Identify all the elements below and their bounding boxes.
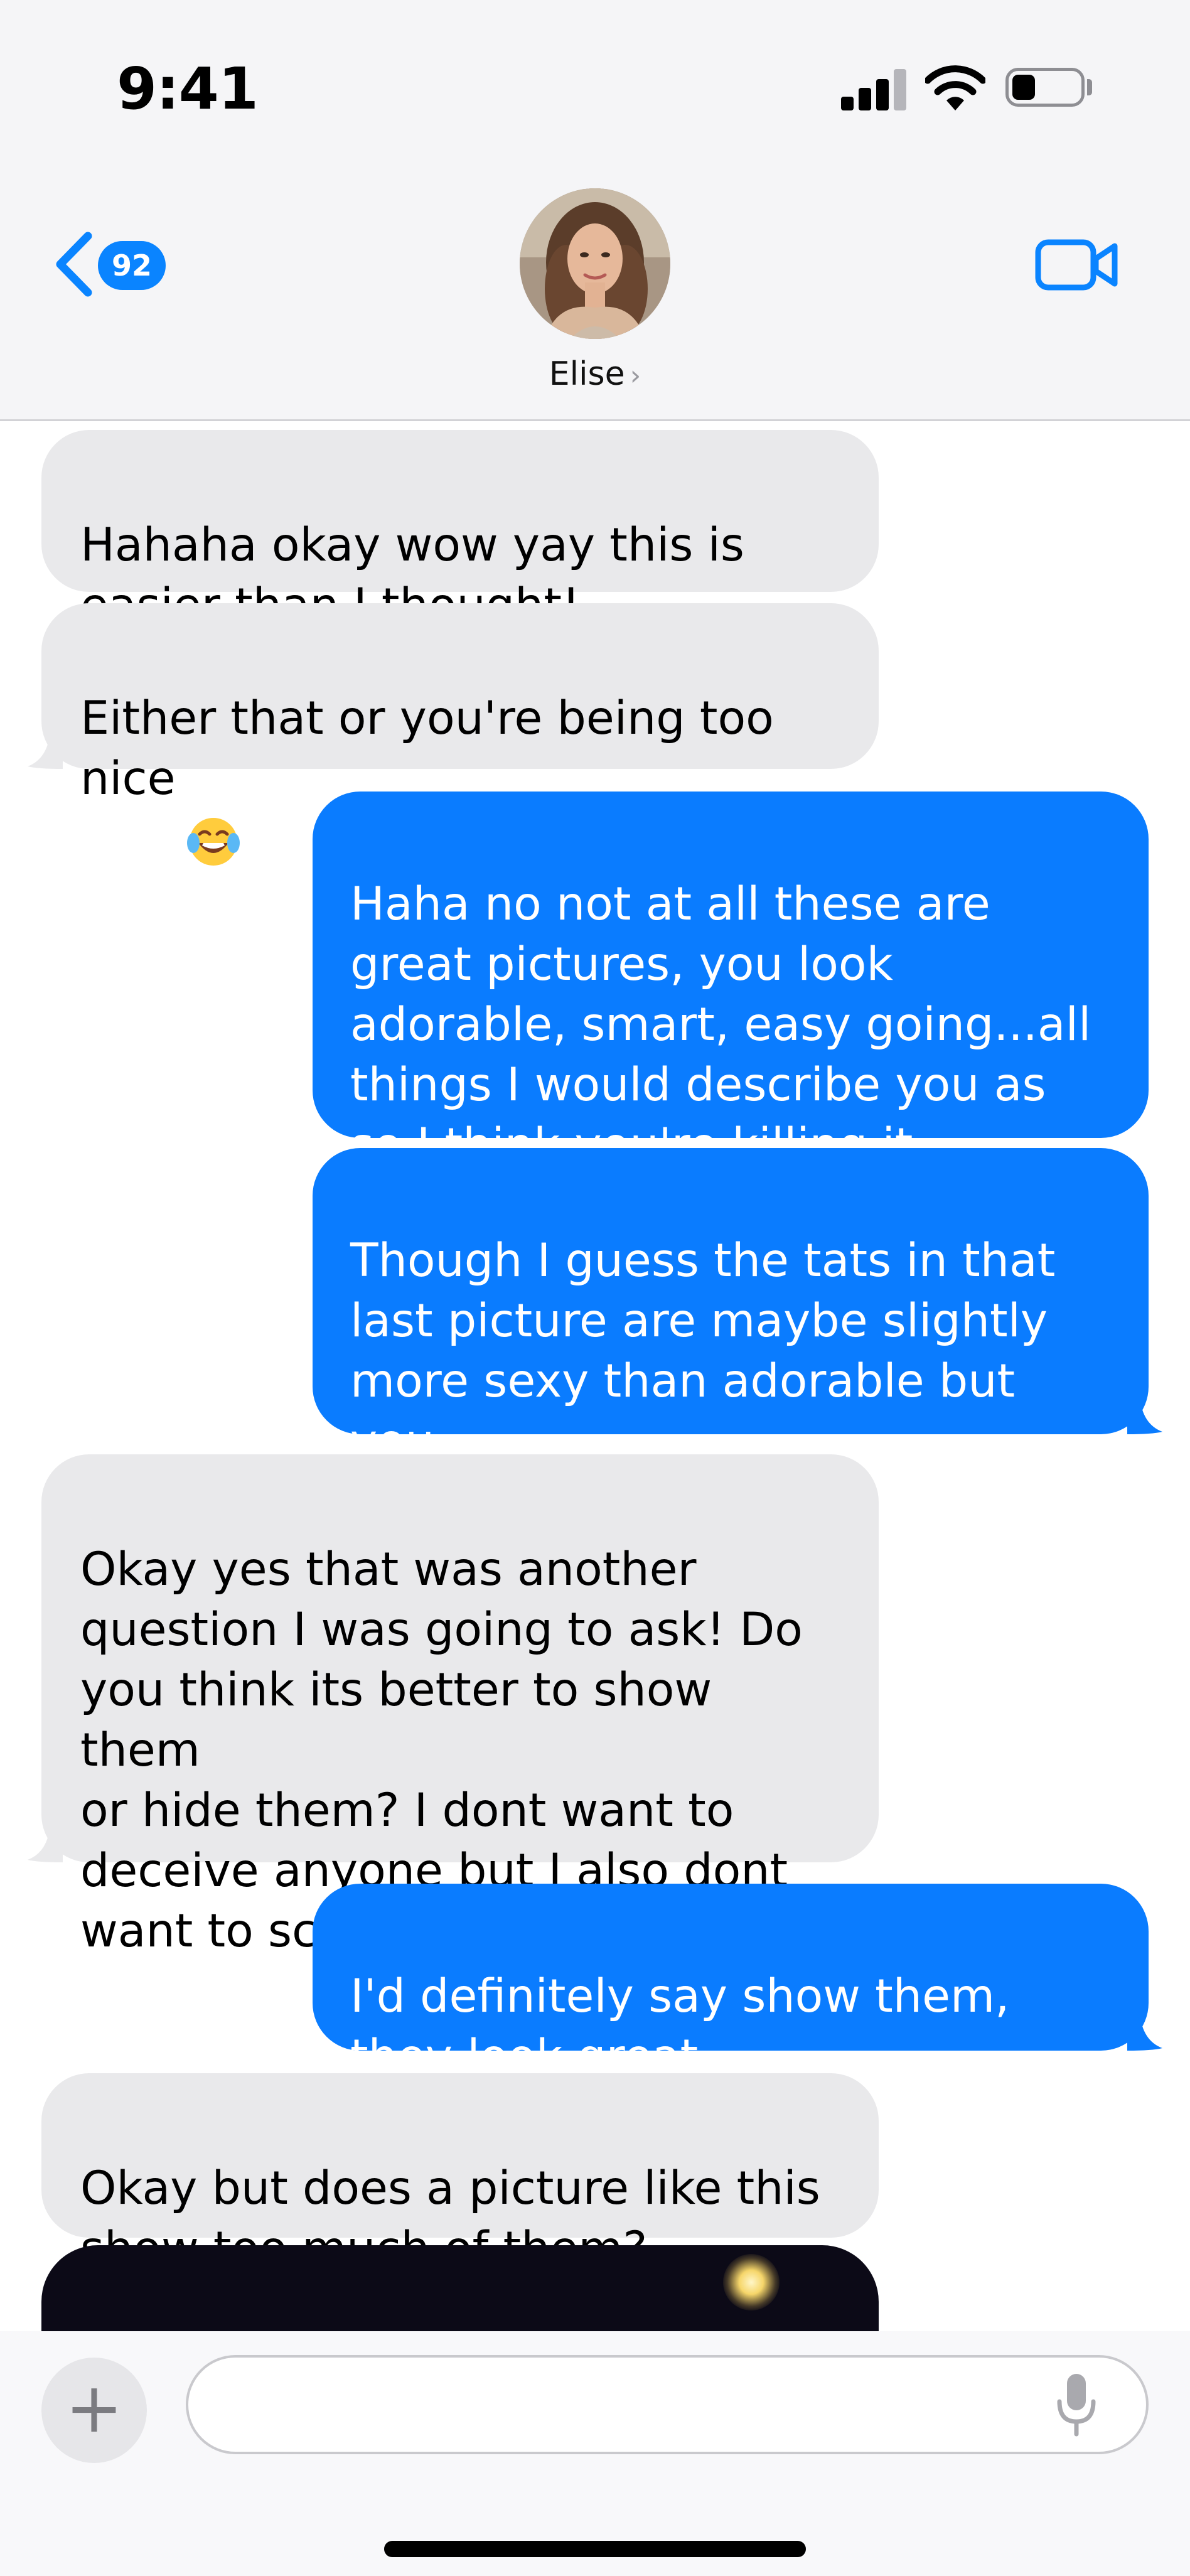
message-input[interactable] — [186, 2355, 1149, 2454]
chevron-left-icon[interactable] — [49, 230, 99, 299]
battery-icon — [1005, 68, 1085, 107]
status-time: 9:41 — [117, 55, 259, 122]
conversation-header: 9:41 92 Elise › — [0, 0, 1190, 421]
contact-name-label: Elise — [549, 355, 625, 393]
outgoing-message-bubble[interactable]: I'd definitely say show them, they look … — [313, 1884, 1149, 2083]
incoming-message-bubble[interactable]: Either that or you're being too nice — [41, 603, 879, 866]
contact-avatar[interactable] — [520, 188, 670, 339]
outgoing-message-bubble[interactable]: Haha no not at all these are great pictu… — [313, 792, 1149, 1172]
message-composer: + — [0, 2331, 1190, 2576]
face-with-tears-of-joy-icon — [186, 755, 240, 866]
chevron-right-icon: › — [630, 360, 641, 392]
message-text: Either that or you're being too nice — [80, 692, 774, 805]
message-text: I'd definitely say show them, they look … — [350, 1970, 1010, 2083]
avatar-photo — [520, 188, 670, 339]
message-text: Haha no not at all these are great pictu… — [350, 877, 1091, 1172]
battery-level — [1012, 75, 1035, 100]
wifi-icon — [925, 65, 985, 110]
home-indicator[interactable] — [384, 2541, 806, 2557]
battery-nub — [1087, 79, 1092, 95]
cellular-signal-icon — [841, 69, 906, 110]
incoming-message-bubble[interactable]: Hahaha okay wow yay this is easier than … — [41, 430, 879, 632]
bubble-tail — [28, 731, 63, 769]
microphone-icon[interactable] — [1054, 2371, 1098, 2438]
incoming-message-bubble[interactable]: Okay but does a picture like this show t… — [41, 2073, 879, 2275]
plus-icon[interactable]: + — [41, 2358, 147, 2463]
bubble-tail — [1127, 2013, 1162, 2051]
incoming-message-bubble[interactable]: Okay yes that was another question I was… — [41, 1454, 879, 2018]
unread-count-badge[interactable]: 92 — [98, 241, 166, 290]
video-camera-icon[interactable] — [1034, 235, 1121, 295]
message-thread[interactable]: Hahaha okay wow yay this is easier than … — [0, 421, 1190, 2331]
bubble-tail — [1127, 1397, 1162, 1434]
light-glow — [723, 2254, 780, 2310]
contact-name[interactable]: Elise › — [0, 355, 1190, 393]
bubble-tail — [28, 1825, 63, 1862]
outgoing-message-bubble[interactable]: Though I guess the tats in that last pic… — [313, 1148, 1149, 1528]
photo-attachment[interactable] — [41, 2245, 879, 2331]
